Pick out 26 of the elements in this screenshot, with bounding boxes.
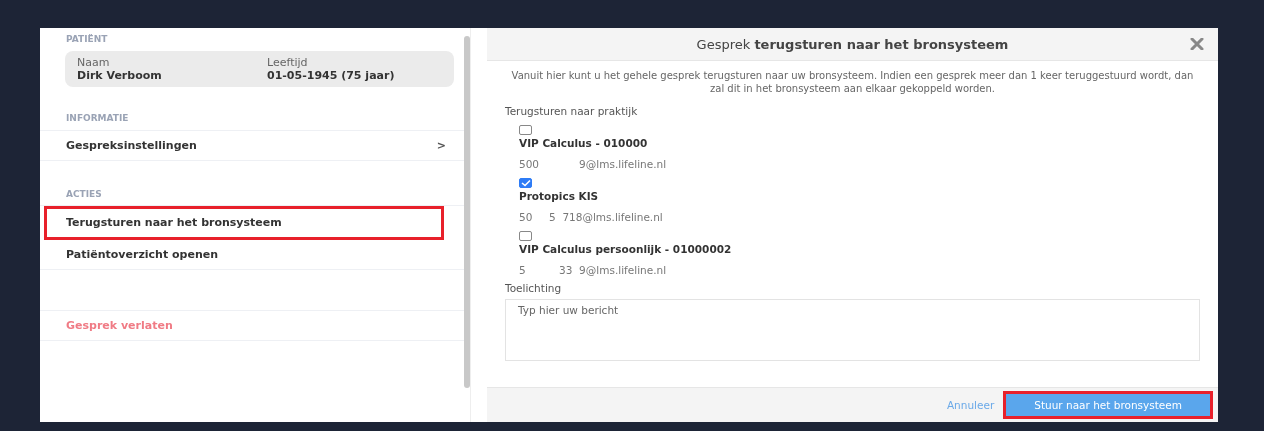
menu-item[interactable]: Terugsturen naar het bronsysteem bbox=[44, 206, 444, 240]
field-label: Naam bbox=[77, 56, 111, 69]
section-heading: ACTIES bbox=[40, 189, 464, 206]
field-label: Terugsturen naar praktijk bbox=[505, 105, 639, 117]
intro-text: Vanuit hier kunt u het gehele gesprek terugsturen naar uw bronsysteem. Indien een gesprek meer dan 1 keer teruggestuurd wordt, dan zal dit in het bronsysteem aan elkaar gekoppeld worden. bbox=[510, 69, 1195, 95]
practice-address: 50 5 718@lms.lifeline.nl bbox=[519, 211, 663, 223]
practice-address: 5 33 9@lms.lifeline.nl bbox=[519, 264, 667, 276]
practice-name: Protopics KIS bbox=[519, 190, 599, 202]
field-value: Dirk Verboom bbox=[77, 69, 163, 82]
practice-name: VIP Calculus - 010000 bbox=[519, 137, 648, 149]
section-heading: INFORMATIE bbox=[40, 113, 464, 131]
field-label: Toelichting bbox=[505, 282, 563, 294]
menu-item[interactable]: Patiëntoverzicht openen bbox=[40, 240, 464, 270]
message-field[interactable]: Typ hier uw bericht bbox=[505, 299, 1200, 361]
field-label: Leeftijd bbox=[267, 56, 309, 69]
practice-address: 500 9@lms.lifeline.nl bbox=[519, 158, 667, 170]
checkbox[interactable] bbox=[519, 125, 532, 135]
menu-item[interactable]: Gespreksinstellingen > bbox=[40, 131, 464, 161]
close-icon[interactable] bbox=[1190, 38, 1204, 50]
field-value: 01-05-1945 (75 jaar) bbox=[267, 69, 395, 82]
section-heading: PATIËNT bbox=[65, 34, 109, 44]
dialog-title: Gesprek terugsturen naar het bronsysteem bbox=[696, 36, 1009, 52]
checkbox[interactable] bbox=[519, 178, 532, 188]
practice-name: VIP Calculus persoonlijk - 01000002 bbox=[519, 243, 732, 255]
checkbox[interactable] bbox=[519, 231, 532, 241]
scrollbar[interactable] bbox=[464, 36, 470, 388]
